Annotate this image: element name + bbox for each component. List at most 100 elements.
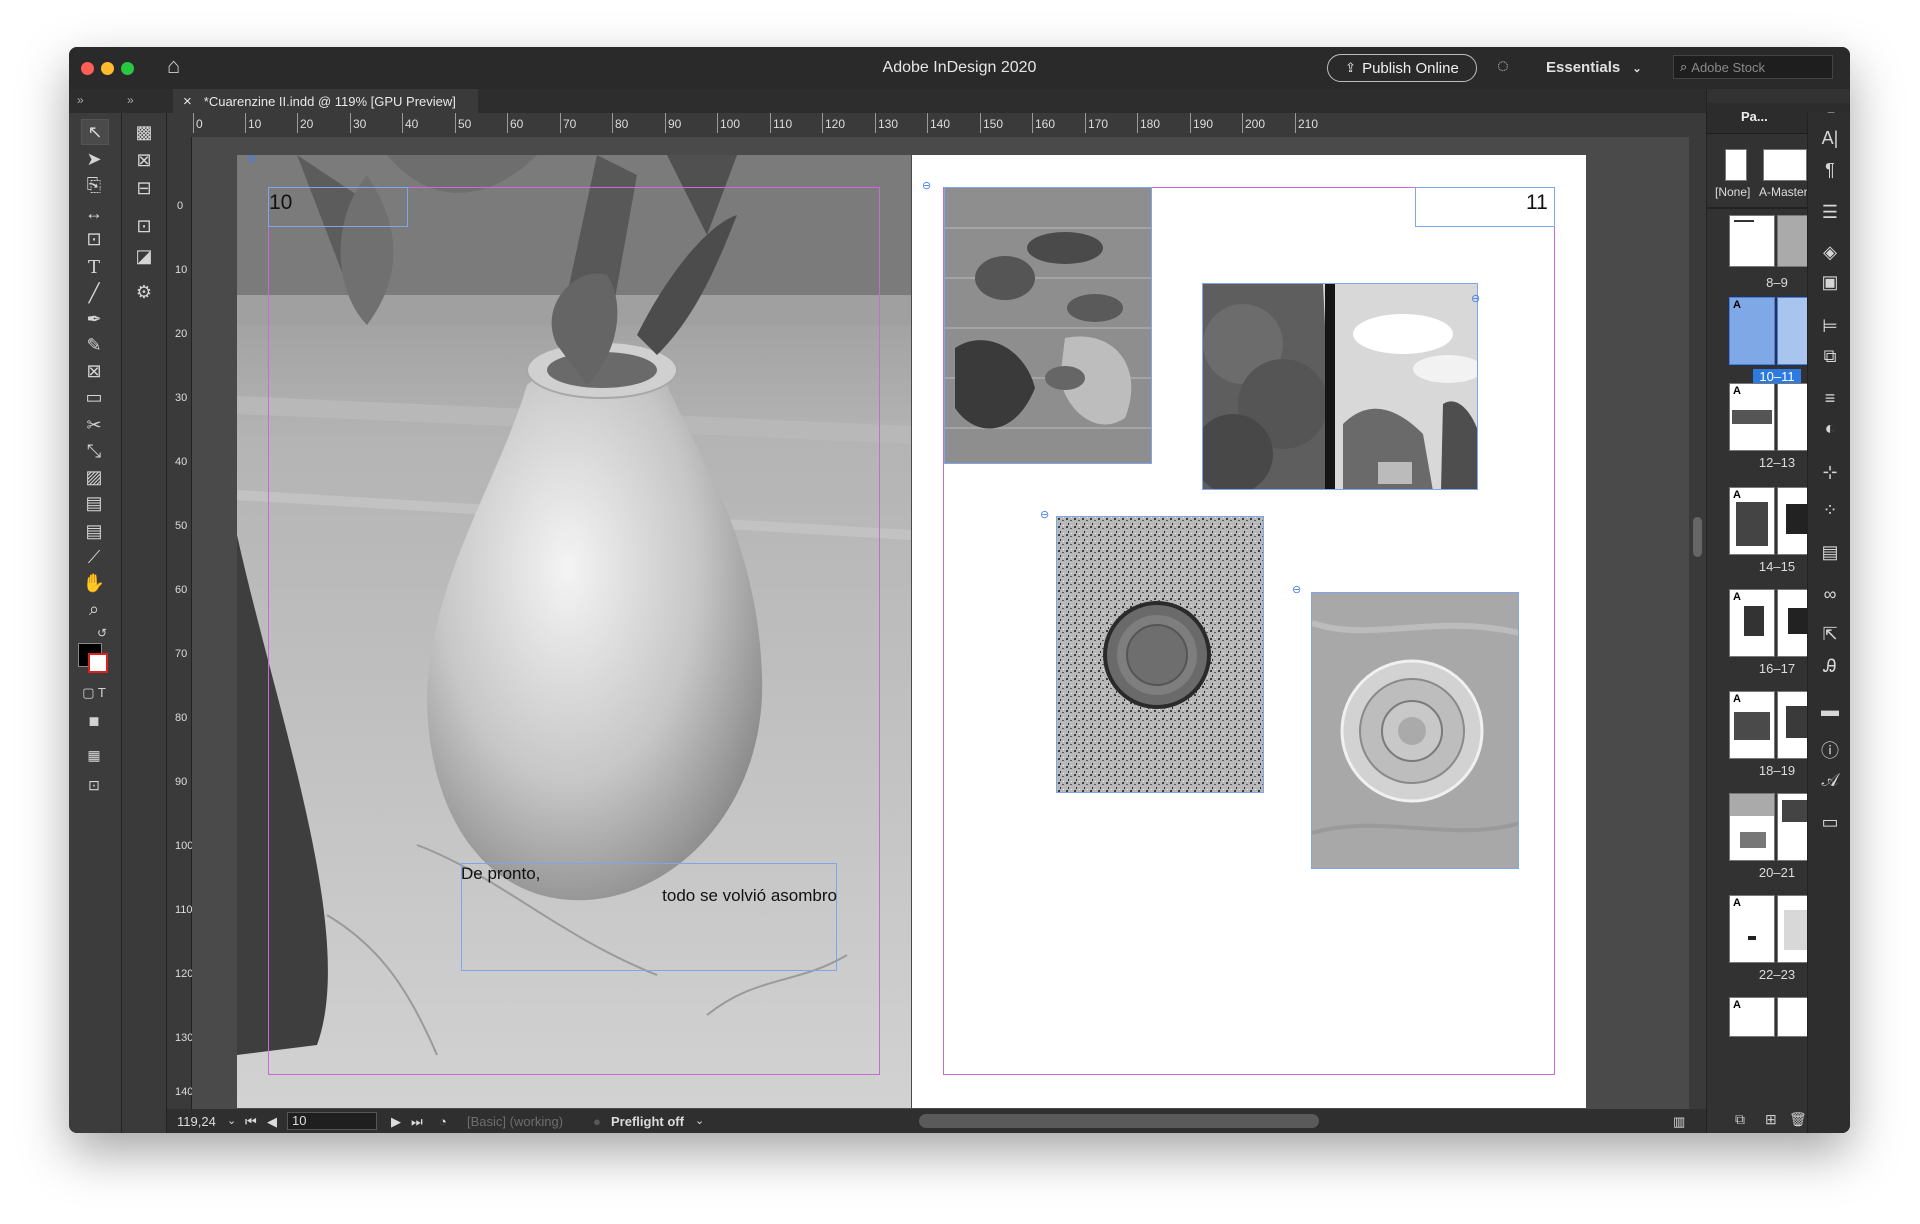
gradient-feather-tool-icon[interactable]: ▤ xyxy=(81,491,107,515)
rectangle-tool-icon[interactable]: ▭ xyxy=(81,385,107,409)
none-master-thumb[interactable] xyxy=(1725,149,1747,181)
collapse-panel-icon-2[interactable]: » xyxy=(127,93,134,107)
next-page-icon[interactable]: ▶ xyxy=(391,1114,401,1130)
rectangle-frame-tool-icon[interactable]: ⊠ xyxy=(81,359,107,383)
hand-tool-icon[interactable]: ✋ xyxy=(81,571,107,595)
image-frame-glass[interactable] xyxy=(1311,592,1519,869)
text-wrap-icon[interactable]: ☰ xyxy=(1817,199,1843,225)
type-tool-icon[interactable]: T xyxy=(81,255,107,279)
page-size-icon[interactable]: ⧉ xyxy=(1735,1111,1745,1128)
a-master-thumb[interactable] xyxy=(1763,149,1807,181)
page-10[interactable]: 10 De pronto, todo se volvió asombro ⊖ xyxy=(237,155,911,1108)
scissors-tool-icon[interactable]: ✂ xyxy=(81,413,107,437)
gradient-panel-icon[interactable]: ▭ xyxy=(1817,809,1843,835)
gap-tool-icon[interactable]: ↔ xyxy=(81,201,107,225)
text-frame-options-icon[interactable]: ▤ xyxy=(1817,539,1843,565)
link-icon[interactable]: ⊖ xyxy=(247,155,263,165)
effects-icon[interactable]: ⁘ xyxy=(1817,497,1843,523)
link-icon[interactable]: ⊖ xyxy=(1471,294,1487,305)
previous-page-icon[interactable]: ◀ xyxy=(267,1114,277,1130)
stroke-icon[interactable]: ≡ xyxy=(1817,385,1843,411)
info-icon[interactable]: ⓘ xyxy=(1817,737,1843,763)
frame-fitting-icon[interactable]: ⊠ xyxy=(130,147,158,173)
adobe-stock-search[interactable]: ⌕ Adobe Stock xyxy=(1673,55,1833,79)
zoom-tool-icon[interactable]: ⌕ xyxy=(81,597,107,621)
screen-mode-icon[interactable]: ▦ xyxy=(81,743,107,767)
collapse-panel-icon[interactable]: » xyxy=(77,93,84,107)
new-page-icon[interactable]: ⊞ xyxy=(1765,1111,1777,1128)
character-icon[interactable]: A| xyxy=(1817,125,1843,151)
ruler-tick: 210 xyxy=(1294,113,1319,133)
page-thumb xyxy=(1729,215,1775,267)
lightbulb-icon[interactable]: ◌ xyxy=(1497,55,1509,78)
formatting-container-icon[interactable]: ▢ T xyxy=(81,681,107,705)
free-transform-tool-icon[interactable]: ⤡ xyxy=(81,439,107,463)
page-thumb: A xyxy=(1729,691,1775,759)
vertical-scrollbar[interactable] xyxy=(1689,137,1706,1109)
last-page-icon[interactable]: ⏭ xyxy=(411,1114,423,1130)
preflight-status[interactable]: Preflight off xyxy=(611,1114,684,1129)
glyphs-icon[interactable]: Ꭿ xyxy=(1817,653,1843,679)
ruler-tick: 20 xyxy=(296,113,314,133)
page-11[interactable]: 11 ⊖ ⊖ ⊖ ⊖ xyxy=(912,155,1586,1108)
delete-page-icon[interactable]: 🗑 xyxy=(1789,1111,1807,1128)
image-frame-trees[interactable] xyxy=(1202,283,1478,490)
first-page-icon[interactable]: ⏮ xyxy=(245,1114,257,1130)
comments-icon[interactable]: ▬ xyxy=(1817,697,1843,723)
selection-tool-icon[interactable]: ↖ xyxy=(81,119,109,145)
note-tool-icon[interactable]: ▤ xyxy=(81,519,107,543)
transform-icon[interactable]: ⊹ xyxy=(1817,459,1843,485)
page-thumb: A xyxy=(1729,383,1775,451)
color-theme-icon[interactable]: ⚙ xyxy=(130,279,158,305)
eyedropper-tool-icon[interactable]: ⟋ xyxy=(81,545,107,569)
publish-online-button[interactable]: ⇪ Publish Online xyxy=(1327,54,1477,82)
zoom-level[interactable]: 119,24 xyxy=(177,1114,216,1129)
gradient-swatch-tool-icon[interactable]: ▨ xyxy=(81,465,107,489)
close-icon[interactable]: × xyxy=(183,93,192,110)
page-number-field[interactable]: 10 xyxy=(287,1112,377,1130)
content-collector-icon[interactable]: ⊡ xyxy=(81,227,107,251)
ruler-tick: 10 xyxy=(175,264,188,276)
ruler-tick: 140 xyxy=(175,1086,194,1098)
pen-tool-icon[interactable]: ✒ xyxy=(81,307,107,331)
swap-fill-stroke-icon[interactable]: ↺ xyxy=(95,621,109,645)
layers-icon[interactable]: ◈ xyxy=(1817,239,1843,265)
script-icon[interactable]: 𝒜 xyxy=(1817,767,1843,793)
document-tab[interactable]: × *Cuarenzine II.indd @ 119% [GPU Previe… xyxy=(173,89,478,113)
link-icon[interactable]: ⊖ xyxy=(1292,585,1308,596)
secondary-tools-panel: ▩ ⊠ ⊟ ⊡ ◪ ⚙ xyxy=(122,113,167,1133)
image-frame-granite[interactable] xyxy=(1056,516,1264,793)
link-frame-icon[interactable]: ⊡ xyxy=(130,213,158,239)
stroke-swatch[interactable] xyxy=(88,653,108,673)
pages-panel-tab[interactable]: Pa... xyxy=(1741,109,1768,124)
content-placer-icon[interactable]: ▩ xyxy=(130,119,158,145)
links-panel-icon[interactable]: ▣ xyxy=(1817,269,1843,295)
preview-mode-icon[interactable]: ⊡ xyxy=(81,773,107,797)
pathfinder-icon[interactable]: ⧉ xyxy=(1817,343,1843,369)
direct-selection-tool-icon[interactable]: ➤ xyxy=(81,147,107,171)
image-frame-leaves[interactable] xyxy=(944,187,1152,464)
vertical-ruler[interactable]: 0 10 20 30 40 50 60 70 80 90 100 110 120… xyxy=(167,137,194,1109)
ruler-tick: 120 xyxy=(175,968,194,980)
page-tool-icon[interactable]: ⎘ xyxy=(81,173,107,197)
apply-color-icon[interactable]: ■ xyxy=(81,709,107,733)
split-window-icon[interactable]: ▥ xyxy=(1673,1114,1685,1130)
line-tool-icon[interactable]: ╱ xyxy=(81,281,107,305)
scrollbar-thumb[interactable] xyxy=(1693,517,1702,557)
zoom-dropdown-icon[interactable]: ⌄ xyxy=(227,1114,236,1127)
swatches-icon[interactable]: ◐ xyxy=(1817,415,1843,441)
horizontal-scrollbar-thumb[interactable] xyxy=(919,1114,1319,1128)
hyperlinks-icon[interactable]: ∞ xyxy=(1817,581,1843,607)
gradient-icon[interactable]: ◪ xyxy=(130,243,158,269)
workspace-switcher[interactable]: Essentials ⌄ xyxy=(1546,59,1642,76)
paragraph-icon[interactable]: ¶ xyxy=(1817,157,1843,183)
link-icon[interactable]: ⊖ xyxy=(922,181,938,192)
preflight-menu-icon[interactable]: ⌄ xyxy=(695,1114,704,1127)
align-icon[interactable]: ⊨ xyxy=(1817,313,1843,339)
cc-libraries-icon[interactable]: ⇱ xyxy=(1817,621,1843,647)
horizontal-ruler[interactable]: 0 10 20 30 40 50 60 70 80 90 100 110 120… xyxy=(167,113,1706,138)
open-file-icon[interactable]: ◔ xyxy=(439,1114,447,1129)
link-icon[interactable]: ⊖ xyxy=(1040,510,1056,521)
pencil-tool-icon[interactable]: ✎ xyxy=(81,333,107,357)
place-icon[interactable]: ⊟ xyxy=(130,175,158,201)
